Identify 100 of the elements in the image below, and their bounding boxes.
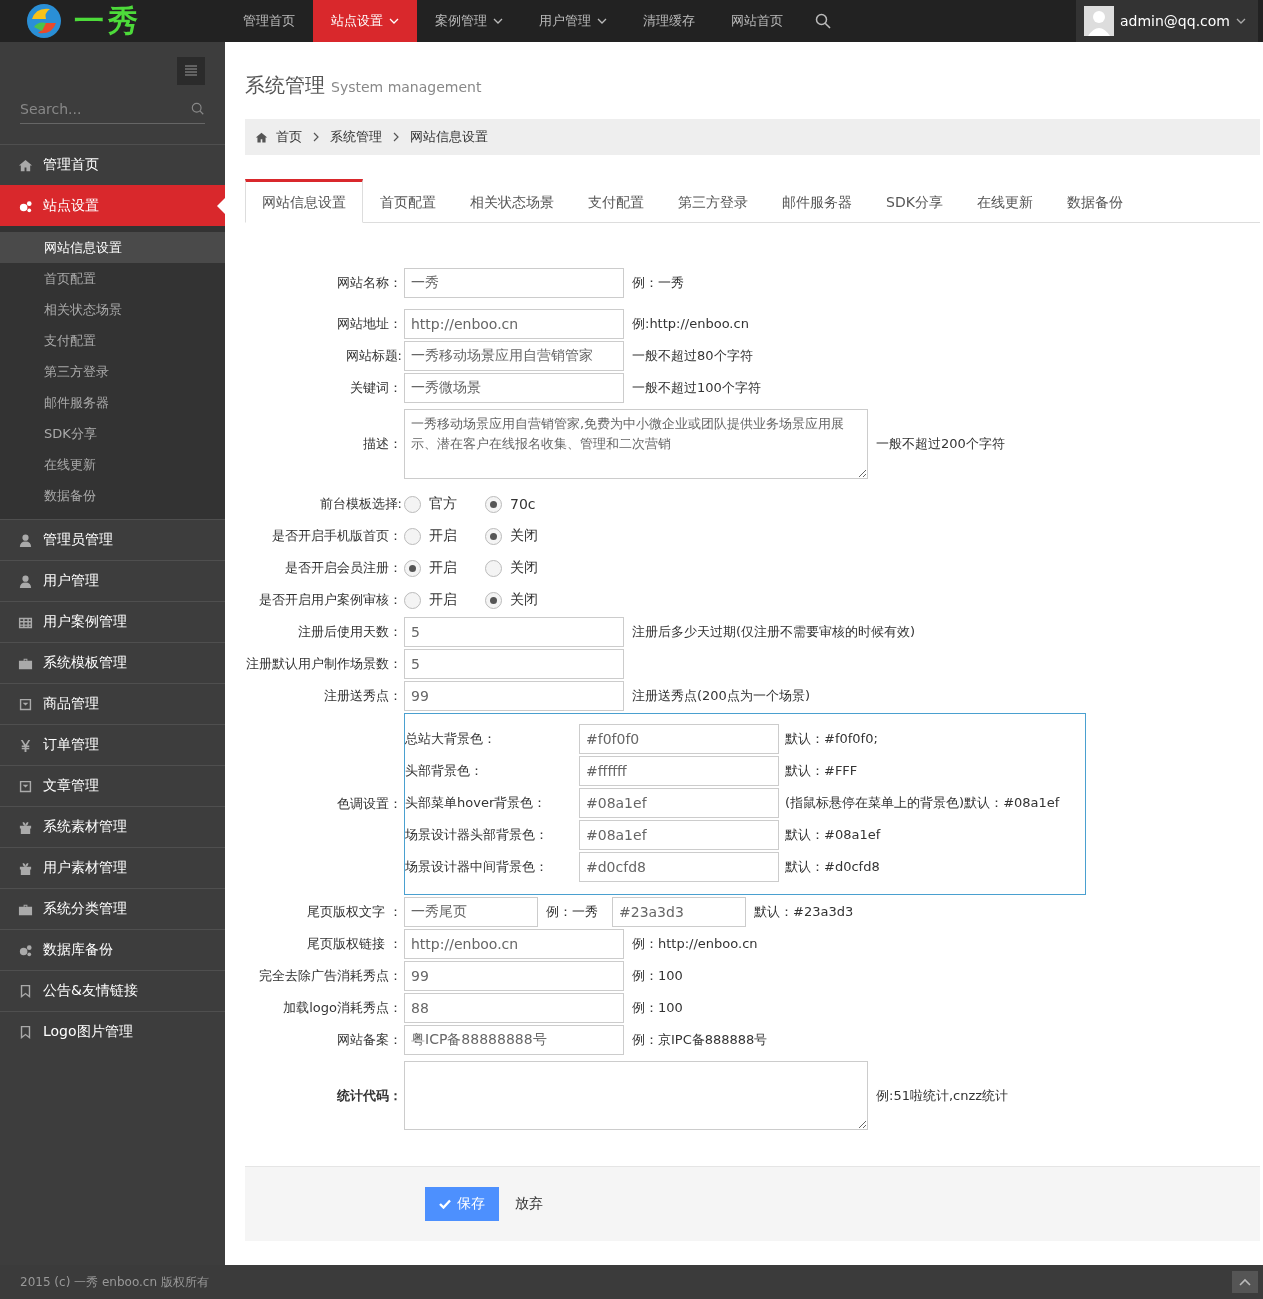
submenu-item[interactable]: 第三方登录	[0, 356, 225, 387]
field-label: 尾页版权链接 ：	[305, 935, 402, 953]
sidebar-item[interactable]: 站点设置	[0, 185, 225, 226]
nav-item[interactable]: 管理首页	[225, 0, 313, 42]
tab[interactable]: 在线更新	[959, 179, 1050, 223]
input-field[interactable]: 一秀	[404, 268, 624, 298]
field-label: 色调设置：	[336, 795, 402, 813]
gift-icon	[18, 860, 33, 876]
input-field[interactable]: 一秀微场景	[404, 373, 624, 403]
logo-icon	[24, 1, 64, 41]
submenu-item[interactable]: 邮件服务器	[0, 387, 225, 418]
tab[interactable]: 网站信息设置	[245, 179, 363, 223]
gear-icon	[18, 942, 33, 958]
chevron-icon	[313, 132, 319, 142]
nav-item[interactable]: 用户管理	[521, 0, 625, 42]
field-label: 统计代码：	[336, 1086, 402, 1105]
tab[interactable]: 邮件服务器	[765, 179, 869, 223]
radio-option[interactable]: 官方	[404, 495, 457, 513]
field-hint: (指鼠标悬停在菜单上的背景色)默认：#08a1ef	[785, 794, 1060, 812]
field-hint: 例：京IPC备888888号	[632, 1031, 768, 1049]
field-label: 前台模板选择:	[318, 495, 402, 513]
text-area[interactable]: 一秀移动场景应用自营销管家,免费为中小微企业或团队提供业务场景应用展示、潜在客户在线报名收集、管理和二次营销	[404, 409, 868, 479]
input-field[interactable]: 99	[404, 961, 624, 991]
archive-icon	[18, 778, 33, 794]
field-label: 网站名称：	[336, 274, 402, 292]
input-field[interactable]: 88	[404, 993, 624, 1023]
input-field[interactable]: 99	[404, 681, 624, 711]
tab[interactable]: 数据备份	[1049, 179, 1140, 223]
input-field[interactable]: 5	[404, 617, 624, 647]
nav-item[interactable]: 网站首页	[713, 0, 801, 42]
chevron-icon	[393, 132, 399, 142]
chevron-up-icon	[1239, 1278, 1251, 1286]
breadcrumb-link[interactable]: 首页	[276, 128, 302, 146]
copyright-text: 2015 (c) 一秀 enboo.cn 版权所有	[20, 1273, 209, 1291]
nav-item[interactable]: 站点设置	[313, 0, 417, 42]
field-hint: 一般不超过80个字符	[632, 347, 753, 365]
tab[interactable]: 首页配置	[363, 179, 453, 223]
input-field[interactable]: #d0cfd8	[579, 852, 779, 882]
field-hint: 一般不超过100个字符	[632, 379, 761, 397]
search-field[interactable]: Search...	[20, 97, 191, 121]
text-area[interactable]	[404, 1061, 868, 1130]
breadcrumb-link[interactable]: 网站信息设置	[410, 128, 488, 146]
yen-icon	[18, 737, 33, 753]
radio-option[interactable]: 开启	[404, 591, 457, 609]
input-field[interactable]: 粤ICP备88888888号	[404, 1025, 624, 1055]
submenu-item[interactable]: SDK分享	[0, 418, 225, 449]
menu-icon[interactable]	[177, 57, 205, 85]
input-field[interactable]: http://enboo.cn	[404, 929, 624, 959]
field-label: 是否开启会员注册：	[284, 559, 402, 577]
input-field[interactable]: #23a3d3	[612, 897, 746, 927]
submenu-item[interactable]: 首页配置	[0, 263, 225, 294]
field-hint: 例：100	[632, 967, 683, 985]
radio-option[interactable]: 关闭	[485, 591, 538, 609]
field-hint: 注册送秀点(200点为一个场景)	[632, 687, 810, 705]
field-hint: 默认：#f0f0f0;	[785, 730, 878, 748]
radio-option[interactable]: 开启	[404, 559, 457, 577]
field-hint: 例：100	[632, 999, 683, 1017]
nav-item[interactable]: 案例管理	[417, 0, 521, 42]
submenu-item[interactable]: 相关状态场景	[0, 294, 225, 325]
tab[interactable]: SDK分享	[869, 179, 960, 223]
field-label: 尾页版权文字 ：	[305, 903, 402, 921]
scroll-top-button[interactable]	[1232, 1271, 1258, 1293]
input-field[interactable]: 一秀移动场景应用自营销管家	[404, 341, 624, 371]
page-subtitle: System management	[331, 79, 482, 95]
field-label: 总站大背景色：	[405, 730, 497, 748]
tab[interactable]: 第三方登录	[661, 179, 765, 223]
field-label: 注册默认用户制作场景数：	[245, 655, 402, 673]
nav-item[interactable]: 清理缓存	[625, 0, 713, 42]
input-field[interactable]: #ffffff	[579, 756, 779, 786]
input-field[interactable]: http://enboo.cn	[404, 309, 624, 339]
input-field[interactable]: #08a1ef	[579, 820, 779, 850]
tab[interactable]: 相关状态场景	[453, 179, 571, 223]
caret-icon	[1236, 18, 1246, 24]
field-label: 头部背景色：	[405, 762, 484, 780]
field-label: 场景设计器中间背景色：	[405, 858, 549, 876]
field-label: 关键词：	[349, 379, 402, 397]
radio-option[interactable]: 关闭	[485, 559, 538, 577]
input-field[interactable]: #f0f0f0	[579, 724, 779, 754]
input-field[interactable]: 一秀尾页	[404, 897, 538, 927]
field-hint: 默认：#FFF	[785, 762, 858, 780]
radio-option[interactable]: 70c	[485, 495, 536, 513]
field-hint: 例:http://enboo.cn	[632, 315, 749, 333]
search-icon[interactable]	[815, 13, 831, 29]
field-label: 是否开启用户案例审核：	[258, 591, 402, 609]
breadcrumb-link[interactable]: 系统管理	[330, 128, 382, 146]
field-hint: 例：一秀	[546, 903, 598, 921]
tab[interactable]: 支付配置	[571, 179, 661, 223]
radio-option[interactable]: 关闭	[485, 527, 538, 545]
submenu-item[interactable]: 支付配置	[0, 325, 225, 356]
field-hint: 一般不超过200个字符	[876, 435, 1005, 453]
home-icon	[255, 130, 268, 144]
input-field[interactable]: 5	[404, 649, 624, 679]
home-icon	[18, 157, 33, 173]
submenu-item[interactable]: 数据备份	[0, 480, 225, 511]
radio-option[interactable]: 开启	[404, 527, 457, 545]
input-field[interactable]: #08a1ef	[579, 788, 779, 818]
user-menu[interactable]: admin@qq.com	[1076, 0, 1258, 42]
submenu-item[interactable]: 在线更新	[0, 449, 225, 480]
submenu-item[interactable]: 网站信息设置	[0, 232, 225, 263]
user-icon	[18, 573, 33, 589]
